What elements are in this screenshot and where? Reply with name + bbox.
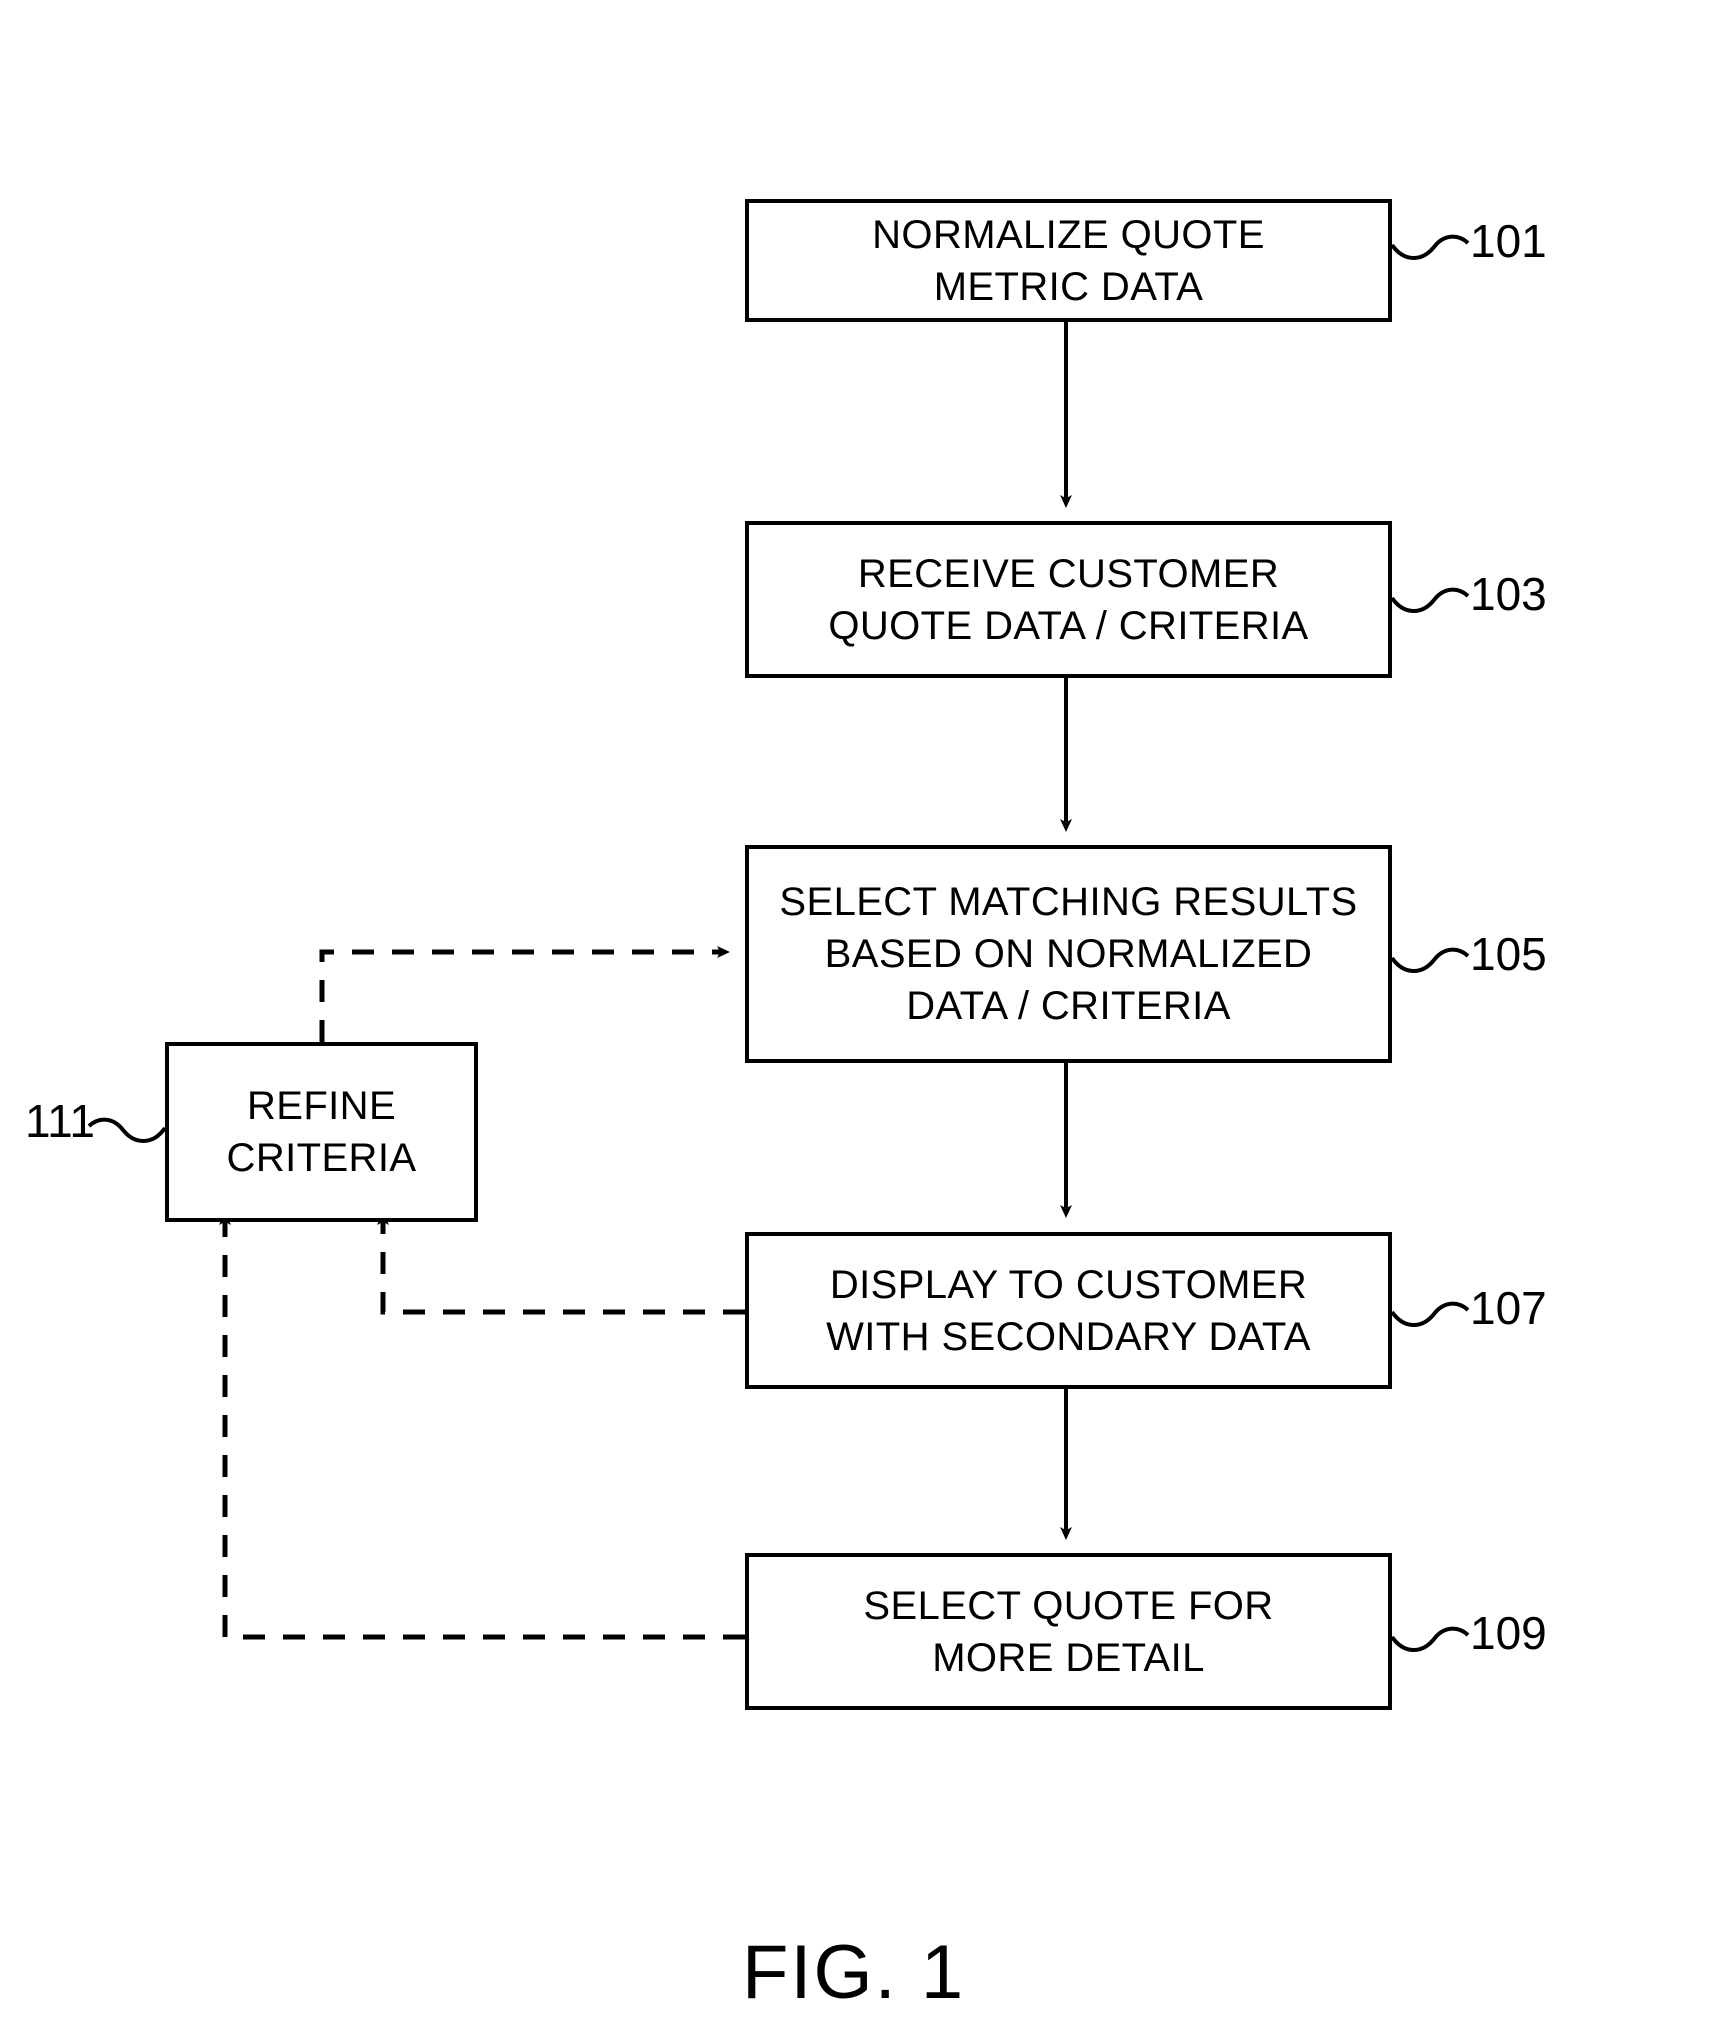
leader-line-101 xyxy=(1390,234,1470,260)
node-label-line: NORMALIZE QUOTE xyxy=(872,212,1265,257)
node-normalize-quote-metric-data[interactable]: NORMALIZE QUOTE METRIC DATA xyxy=(745,199,1392,322)
reference-numeral-105: 105 xyxy=(1470,928,1547,980)
node-label-line: DATA / CRITERIA xyxy=(906,984,1231,1028)
node-display-to-customer[interactable]: DISPLAY TO CUSTOMER WITH SECONDARY DATA xyxy=(745,1232,1392,1389)
node-label-line: WITH SECONDARY DATA xyxy=(826,1314,1311,1359)
reference-numeral-107: 107 xyxy=(1470,1282,1547,1334)
leader-line-105 xyxy=(1390,947,1470,973)
connector-feedback-111-to-105 xyxy=(319,946,730,1042)
leader-line-111 xyxy=(87,1117,167,1143)
node-label-line: BASED ON NORMALIZED xyxy=(824,932,1313,976)
connector-feedback-107-to-111 xyxy=(377,1212,745,1315)
leader-line-103 xyxy=(1390,587,1470,613)
node-select-quote-for-more-detail[interactable]: SELECT QUOTE FOR MORE DETAIL xyxy=(745,1553,1392,1710)
node-select-matching-results[interactable]: SELECT MATCHING RESULTS BASED ON NORMALI… xyxy=(745,845,1392,1063)
figure-canvas: NORMALIZE QUOTE METRIC DATA RECEIVE CUST… xyxy=(0,0,1709,2038)
node-label-line: CRITERIA xyxy=(226,1136,417,1180)
leader-line-109 xyxy=(1390,1626,1470,1652)
figure-caption: FIG. 1 xyxy=(742,1930,966,2015)
node-label-line: SELECT MATCHING RESULTS xyxy=(779,880,1358,924)
reference-numeral-111: 111 xyxy=(25,1095,95,1147)
connector-feedback-109-to-111 xyxy=(219,1212,745,1640)
leader-line-107 xyxy=(1390,1301,1470,1327)
node-label-line: SELECT QUOTE FOR xyxy=(863,1583,1274,1628)
node-label-line: QUOTE DATA / CRITERIA xyxy=(828,603,1309,648)
node-label-line: MORE DETAIL xyxy=(932,1635,1205,1680)
node-label-line: DISPLAY TO CUSTOMER xyxy=(829,1262,1308,1307)
node-refine-criteria[interactable]: REFINE CRITERIA xyxy=(165,1042,478,1222)
reference-numeral-101: 101 xyxy=(1470,215,1547,267)
node-receive-customer-quote-data[interactable]: RECEIVE CUSTOMER QUOTE DATA / CRITERIA xyxy=(745,521,1392,678)
reference-numeral-109: 109 xyxy=(1470,1607,1547,1659)
node-label-line: METRIC DATA xyxy=(933,264,1204,309)
node-label-line: RECEIVE CUSTOMER xyxy=(857,551,1280,596)
node-label-line: REFINE xyxy=(246,1084,397,1128)
reference-numeral-103: 103 xyxy=(1470,568,1547,620)
